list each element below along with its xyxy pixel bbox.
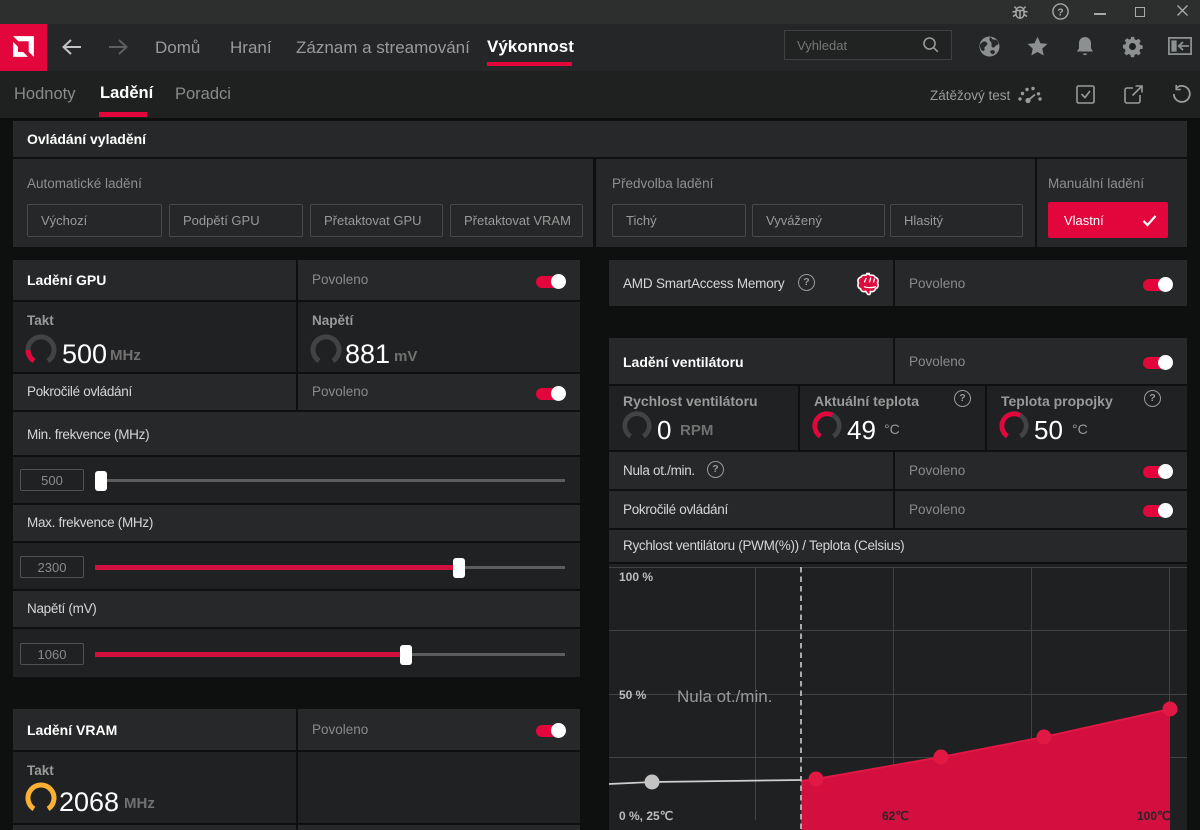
- svg-text:50 %: 50 %: [619, 688, 647, 702]
- svg-text:Nula ot./min.: Nula ot./min.: [677, 687, 772, 706]
- svg-text:62℃: 62℃: [882, 809, 909, 823]
- svg-text:0 %, 25℃: 0 %, 25℃: [619, 809, 673, 823]
- svg-text:?: ?: [1057, 6, 1063, 18]
- svg-text:100℃: 100℃: [1137, 809, 1171, 823]
- svg-text:100 %: 100 %: [619, 570, 653, 584]
